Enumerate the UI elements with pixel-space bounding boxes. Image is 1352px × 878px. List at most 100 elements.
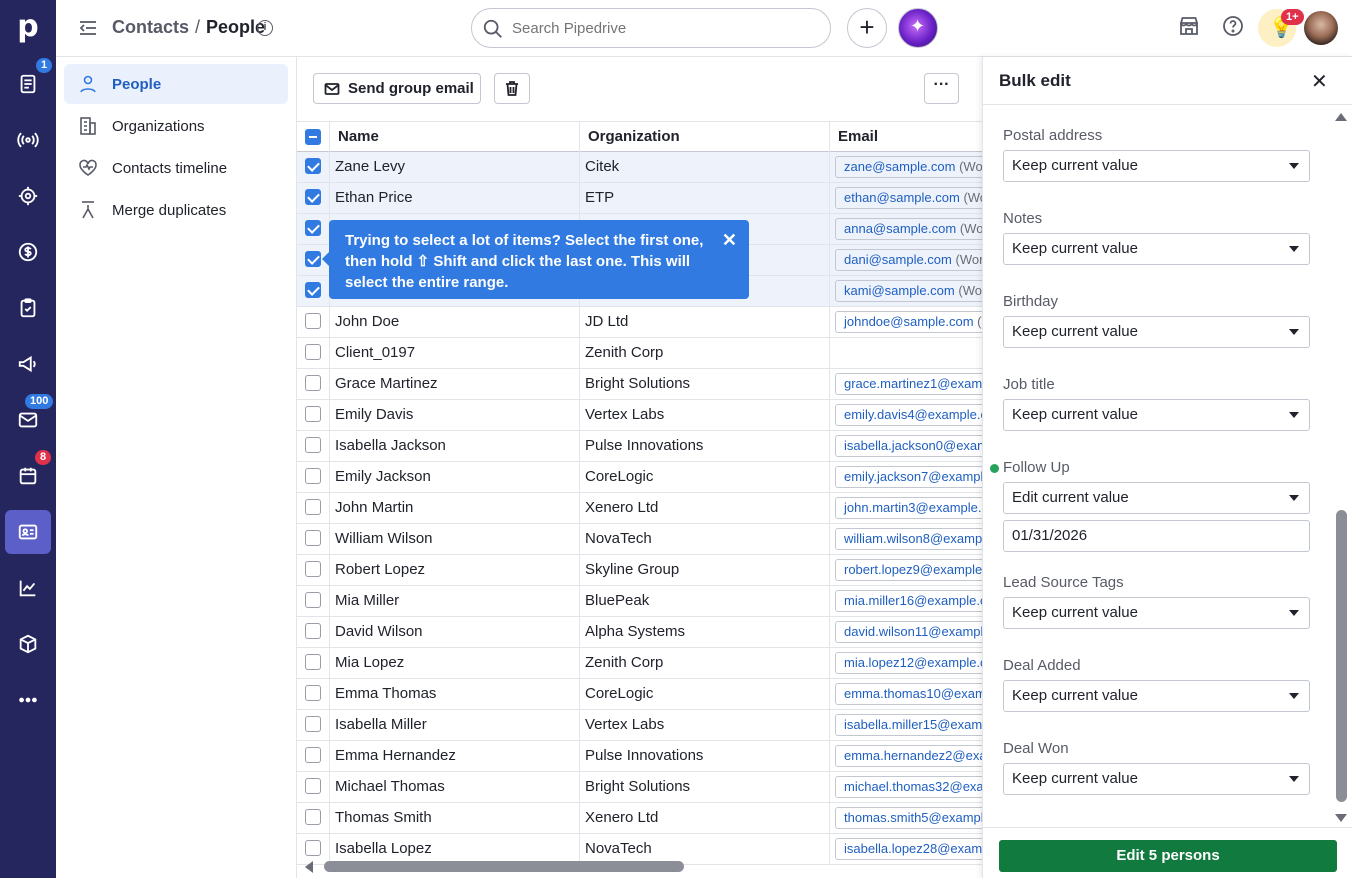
more-actions-button[interactable]: ··· xyxy=(924,73,959,104)
cell-organization[interactable]: Vertex Labs xyxy=(580,400,830,430)
column-header-email[interactable]: Email xyxy=(830,122,982,152)
cell-name[interactable]: Emma Thomas xyxy=(330,679,580,709)
table-row[interactable]: Isabella Miller Vertex Labs isabella.mille… xyxy=(297,710,982,741)
campaigns-megaphone-icon[interactable] xyxy=(8,344,48,384)
cell-name[interactable]: David Wilson xyxy=(330,617,580,647)
breadcrumb-contacts[interactable]: Contacts xyxy=(112,17,189,37)
cell-name[interactable]: John Martin xyxy=(330,493,580,523)
table-row[interactable]: Grace Martinez Bright Solutions grace.mart… xyxy=(297,369,982,400)
table-row[interactable]: Robert Lopez Skyline Group robert.lopez9@e… xyxy=(297,555,982,586)
row-checkbox[interactable] xyxy=(305,499,321,515)
cell-organization[interactable]: Zenith Corp xyxy=(580,338,830,368)
pipedrive-logo[interactable]: p xyxy=(14,10,42,44)
cell-organization[interactable]: Pulse Innovations xyxy=(580,431,830,461)
cell-name[interactable]: Client_0197 xyxy=(330,338,580,368)
cell-organization[interactable]: Pulse Innovations xyxy=(580,741,830,771)
table-row[interactable]: John Martin Xenero Ltd john.martin3@exampl… xyxy=(297,493,982,524)
contacts-card-icon[interactable] xyxy=(5,510,51,554)
cell-name[interactable]: Mia Lopez xyxy=(330,648,580,678)
cell-organization[interactable]: CoreLogic xyxy=(580,679,830,709)
cell-name[interactable]: Robert Lopez xyxy=(330,555,580,585)
cell-name[interactable]: Isabella Jackson xyxy=(330,431,580,461)
ai-assistant-button[interactable]: ✦ xyxy=(898,8,938,48)
email-link[interactable]: david.wilson11@example xyxy=(835,621,982,643)
cell-organization[interactable]: Zenith Corp xyxy=(580,648,830,678)
cell-organization[interactable]: Bright Solutions xyxy=(580,772,830,802)
column-header-name[interactable]: Name xyxy=(330,122,580,152)
insights-chart-icon[interactable] xyxy=(8,568,48,608)
cell-name[interactable]: John Doe xyxy=(330,307,580,337)
field-value-select[interactable]: Edit current value xyxy=(1003,482,1310,514)
subnav-item-people[interactable]: People xyxy=(64,64,288,104)
tooltip-close-icon[interactable]: ✕ xyxy=(722,230,737,251)
email-link[interactable]: zane@sample.com (Wor xyxy=(835,156,982,178)
field-value-select[interactable]: Keep current value xyxy=(1003,597,1310,629)
cell-name[interactable]: Isabella Miller xyxy=(330,710,580,740)
cell-organization[interactable]: BluePeak xyxy=(580,586,830,616)
subnav-item-contacts-timeline[interactable]: Contacts timeline xyxy=(64,148,288,188)
row-checkbox[interactable] xyxy=(305,251,321,267)
row-checkbox[interactable] xyxy=(305,189,321,205)
email-link[interactable]: johndoe@sample.com (V xyxy=(835,311,982,333)
table-row[interactable]: Mia Lopez Zenith Corp mia.lopez12@example.… xyxy=(297,648,982,679)
cell-name[interactable]: William Wilson xyxy=(330,524,580,554)
marketplace-store-icon[interactable] xyxy=(1177,14,1203,42)
field-value-select[interactable]: Keep current value xyxy=(1003,399,1310,431)
email-link[interactable]: dani@sample.com (Wor xyxy=(835,249,982,271)
row-checkbox[interactable] xyxy=(305,747,321,763)
table-row[interactable]: Client_0197 Zenith Corp xyxy=(297,338,982,369)
row-checkbox[interactable] xyxy=(305,716,321,732)
row-checkbox[interactable] xyxy=(305,809,321,825)
help-icon[interactable] xyxy=(1221,14,1247,42)
scroll-down-arrow-icon[interactable] xyxy=(1335,814,1347,822)
row-checkbox[interactable] xyxy=(305,375,321,391)
close-icon[interactable]: ✕ xyxy=(1311,69,1328,94)
cell-organization[interactable]: CoreLogic xyxy=(580,462,830,492)
email-link[interactable]: emily.davis4@example.co xyxy=(835,404,982,426)
table-row[interactable]: Mia Miller BluePeak mia.miller16@example.c… xyxy=(297,586,982,617)
field-value-select[interactable]: Keep current value xyxy=(1003,763,1310,795)
field-value-select[interactable]: Keep current value xyxy=(1003,680,1310,712)
email-link[interactable]: ethan@sample.com (Wo xyxy=(835,187,982,209)
table-row[interactable]: William Wilson NovaTech william.wilson8@ex… xyxy=(297,524,982,555)
email-link[interactable]: isabella.miller15@examp xyxy=(835,714,982,736)
row-checkbox[interactable] xyxy=(305,561,321,577)
scroll-up-arrow-icon[interactable] xyxy=(1335,113,1347,121)
field-value-select[interactable]: Keep current value xyxy=(1003,316,1310,348)
send-group-email-button[interactable]: Send group email xyxy=(313,73,481,104)
broadcast-icon[interactable] xyxy=(8,120,48,160)
row-checkbox[interactable] xyxy=(305,220,321,236)
email-link[interactable]: william.wilson8@exampl xyxy=(835,528,982,550)
table-row[interactable]: Emily Davis Vertex Labs emily.davis4@examp… xyxy=(297,400,982,431)
cell-organization[interactable]: Alpha Systems xyxy=(580,617,830,647)
table-row[interactable]: David Wilson Alpha Systems david.wilson11@… xyxy=(297,617,982,648)
email-link[interactable]: emma.thomas10@examp xyxy=(835,683,982,705)
row-checkbox[interactable] xyxy=(305,313,321,329)
more-dots-icon[interactable] xyxy=(8,680,48,720)
email-link[interactable]: grace.martinez1@examp xyxy=(835,373,982,395)
cell-organization[interactable]: Xenero Ltd xyxy=(580,803,830,833)
row-checkbox[interactable] xyxy=(305,530,321,546)
scrollbar-thumb[interactable] xyxy=(324,861,684,872)
row-checkbox[interactable] xyxy=(305,406,321,422)
email-link[interactable]: john.martin3@example.c xyxy=(835,497,982,519)
table-row[interactable]: Ethan PriceETPethan@sample.com (Wo xyxy=(297,183,982,214)
cell-organization[interactable]: Xenero Ltd xyxy=(580,493,830,523)
products-box-icon[interactable] xyxy=(8,624,48,664)
field-value-select[interactable]: Keep current value xyxy=(1003,150,1310,182)
column-header-organization[interactable]: Organization xyxy=(580,122,830,152)
avatar[interactable] xyxy=(1304,11,1338,45)
tasks-clipboard-icon[interactable] xyxy=(8,288,48,328)
quick-add-button[interactable]: + xyxy=(847,8,887,48)
row-checkbox[interactable] xyxy=(305,437,321,453)
field-value-select[interactable]: Keep current value xyxy=(1003,233,1310,265)
cell-organization[interactable]: JD Ltd xyxy=(580,307,830,337)
subnav-item-organizations[interactable]: Organizations xyxy=(64,106,288,146)
table-row[interactable]: Isabella Jackson Pulse Innovations isabell… xyxy=(297,431,982,462)
subnav-item-merge-duplicates[interactable]: Merge duplicates xyxy=(64,190,288,230)
table-row[interactable]: Emily Jackson CoreLogic emily.jackson7@exa… xyxy=(297,462,982,493)
panel-scrollbar-thumb[interactable] xyxy=(1336,510,1347,802)
row-checkbox[interactable] xyxy=(305,282,321,298)
table-row[interactable]: John DoeJD Ltdjohndoe@sample.com (V xyxy=(297,307,982,338)
cell-organization[interactable]: Citek xyxy=(580,152,830,182)
